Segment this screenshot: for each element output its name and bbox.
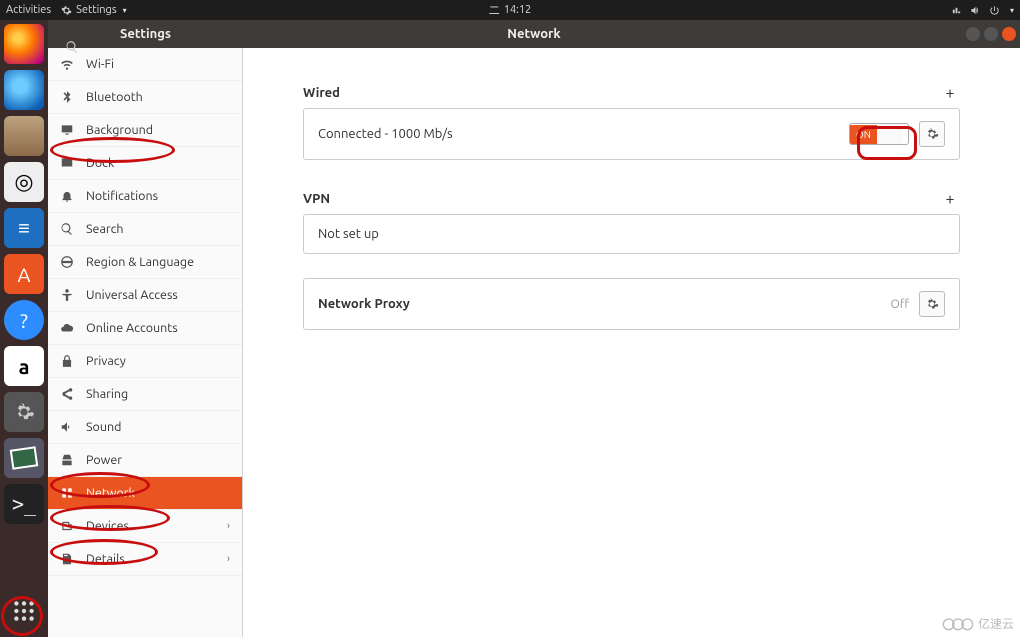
sidebar-title: Settings [48, 27, 243, 41]
vpn-section-header: VPN + [303, 184, 960, 214]
sidebar-item-dock[interactable]: Dock [48, 147, 242, 180]
sidebar-item-details[interactable]: Details › [48, 543, 242, 576]
sidebar-item-label: Sharing [86, 387, 128, 401]
dock-app-software[interactable]: A [4, 254, 44, 294]
dock-app-thunderbird[interactable] [4, 70, 44, 110]
access-icon [60, 288, 74, 302]
wifi-icon [60, 57, 74, 71]
app-menu[interactable]: Settings ▾ [61, 4, 127, 16]
search-icon [60, 222, 74, 236]
devices-icon [60, 519, 74, 533]
sidebar-item-search[interactable]: Search [48, 213, 242, 246]
proxy-heading: Network Proxy [318, 297, 410, 311]
volume-indicator-icon[interactable] [970, 5, 981, 16]
window-maximize-button[interactable] [984, 27, 998, 41]
sidebar-item-sound[interactable]: Sound [48, 411, 242, 444]
power-indicator-icon[interactable] [989, 5, 1000, 16]
vpn-status-text: Not set up [318, 227, 379, 241]
window-close-button[interactable] [1002, 27, 1016, 41]
bell-icon [60, 189, 74, 203]
network-indicator-icon[interactable] [951, 5, 962, 16]
sidebar-item-network[interactable]: Network [48, 477, 242, 510]
sidebar-item-background[interactable]: Background [48, 114, 242, 147]
dock-app-files[interactable] [4, 116, 44, 156]
sidebar-item-notifications[interactable]: Notifications [48, 180, 242, 213]
dock-icon [60, 156, 74, 170]
dock-app-amazon[interactable]: a [4, 346, 44, 386]
page-title: Network [507, 27, 560, 41]
sidebar-item-privacy[interactable]: Privacy [48, 345, 242, 378]
sidebar-item-label: Online Accounts [86, 321, 178, 335]
settings-window: Settings Network Wi-Fi Bluetooth Backgroun… [48, 20, 1020, 637]
sidebar-item-label: Devices [86, 519, 129, 533]
dock-app-help[interactable]: ? [4, 300, 44, 340]
dock-app-rhythmbox[interactable]: ◎ [4, 162, 44, 202]
wired-toggle[interactable]: ON [849, 123, 909, 145]
dock-app-firefox[interactable] [4, 24, 44, 64]
clock[interactable]: 二 14:12 [489, 2, 532, 18]
lock-icon [60, 354, 74, 368]
watermark: 亿速云 [942, 613, 1014, 633]
sidebar-item-label: Sound [86, 420, 121, 434]
cloud-icon [60, 321, 74, 335]
sidebar-item-bluetooth[interactable]: Bluetooth [48, 81, 242, 114]
sidebar-item-power[interactable]: Power [48, 444, 242, 477]
dock-app-settings[interactable] [4, 392, 44, 432]
window-minimize-button[interactable] [966, 27, 980, 41]
dock: ◎ ≡ A ? a >_ [0, 20, 48, 637]
wired-status-text: Connected - 1000 Mb/s [318, 127, 453, 141]
dock-app-writer[interactable]: ≡ [4, 208, 44, 248]
sidebar-item-label: Bluetooth [86, 90, 143, 104]
sidebar-item-online[interactable]: Online Accounts [48, 312, 242, 345]
sidebar-item-label: Universal Access [86, 288, 178, 302]
gear-icon [925, 297, 939, 311]
dock-app-shotwell[interactable] [4, 438, 44, 478]
sidebar-item-access[interactable]: Universal Access [48, 279, 242, 312]
wired-settings-button[interactable] [919, 121, 945, 147]
sidebar-item-devices[interactable]: Devices › [48, 510, 242, 543]
add-wired-button[interactable]: + [940, 84, 960, 102]
dock-app-terminal[interactable]: >_ [4, 484, 44, 524]
wired-section-header: Wired + [303, 78, 960, 108]
vpn-row: Not set up [303, 214, 960, 254]
bluetooth-icon [60, 90, 74, 104]
proxy-settings-button[interactable] [919, 291, 945, 317]
gear-icon [925, 127, 939, 141]
settings-content: Wired + Connected - 1000 Mb/s ON VPN + N [243, 48, 1020, 637]
share-icon [60, 387, 74, 401]
sidebar-item-region[interactable]: Region & Language [48, 246, 242, 279]
sidebar-item-wifi[interactable]: Wi-Fi [48, 48, 242, 81]
sidebar-item-label: Privacy [86, 354, 126, 368]
gear-icon [61, 5, 72, 16]
settings-sidebar: Wi-Fi Bluetooth Background Dock Notification… [48, 48, 243, 637]
show-apps-button[interactable] [4, 591, 44, 631]
network-proxy-row[interactable]: Network Proxy Off [303, 278, 960, 330]
top-panel: Activities Settings ▾ 二 14:12 ▾ [0, 0, 1020, 20]
wired-connection-row: Connected - 1000 Mb/s ON [303, 108, 960, 160]
sidebar-item-label: Network [86, 486, 135, 500]
sidebar-item-sharing[interactable]: Sharing [48, 378, 242, 411]
sidebar-item-label: Region & Language [86, 255, 194, 269]
power-icon [60, 453, 74, 467]
add-vpn-button[interactable]: + [940, 190, 960, 208]
header-bar: Settings Network [48, 20, 1020, 48]
sidebar-item-label: Wi-Fi [86, 57, 114, 71]
chevron-right-icon: › [227, 520, 230, 532]
sidebar-item-label: Notifications [86, 189, 158, 203]
chevron-down-icon: ▾ [123, 6, 127, 15]
chevron-down-icon: ▾ [1010, 6, 1014, 15]
sound-icon [60, 420, 74, 434]
sidebar-item-label: Background [86, 123, 153, 137]
network-icon [60, 486, 74, 500]
sidebar-item-label: Details [86, 552, 125, 566]
details-icon [60, 552, 74, 566]
sidebar-item-label: Power [86, 453, 122, 467]
chevron-right-icon: › [227, 553, 230, 565]
display-icon [60, 123, 74, 137]
sidebar-item-label: Search [86, 222, 124, 236]
sidebar-item-label: Dock [86, 156, 114, 170]
globe-icon [60, 255, 74, 269]
activities-button[interactable]: Activities [6, 4, 51, 16]
proxy-status-text: Off [891, 298, 909, 311]
